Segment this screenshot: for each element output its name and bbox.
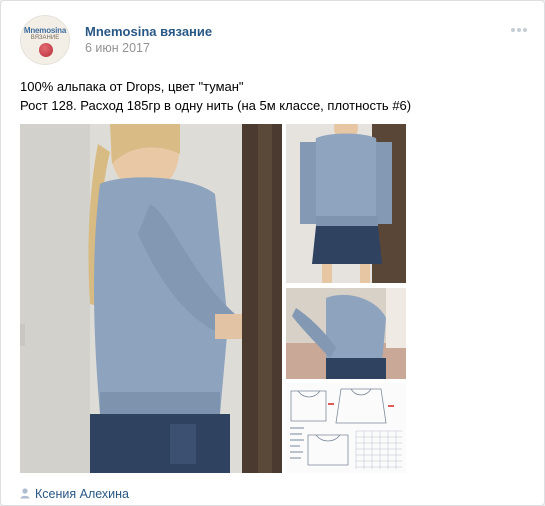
sitting-photo[interactable] <box>286 288 406 379</box>
user-icon <box>20 488 30 499</box>
post-date[interactable]: 6 июн 2017 <box>85 41 150 55</box>
signer-name: Ксения Алехина <box>35 487 130 501</box>
post-card: Mnemosina ВЯЗАНИЕ Mnemosina вязание 6 ию… <box>0 0 545 506</box>
front-view-photo[interactable] <box>286 124 406 283</box>
post-text-line: 100% альпака от Drops, цвет "туман" <box>20 79 244 94</box>
avatar-sub-text: ВЯЗАНИЕ <box>30 35 60 41</box>
post-text: 100% альпака от Drops, цвет "туман" Рост… <box>20 77 411 115</box>
avatar-brand-text: Mnemosina <box>23 26 67 35</box>
side-view-photo[interactable] <box>20 124 282 473</box>
post-author-link[interactable]: Mnemosina вязание <box>85 24 212 39</box>
avatar[interactable]: Mnemosina ВЯЗАНИЕ <box>20 15 70 65</box>
yarn-ball-icon <box>39 43 53 57</box>
more-options-icon[interactable] <box>511 28 531 34</box>
knitting-pattern-photo[interactable] <box>286 383 406 473</box>
post-text-line: Рост 128. Расход 185гр в одну нить (на 5… <box>20 98 412 113</box>
post-signer-link[interactable]: Ксения Алехина <box>20 487 129 501</box>
